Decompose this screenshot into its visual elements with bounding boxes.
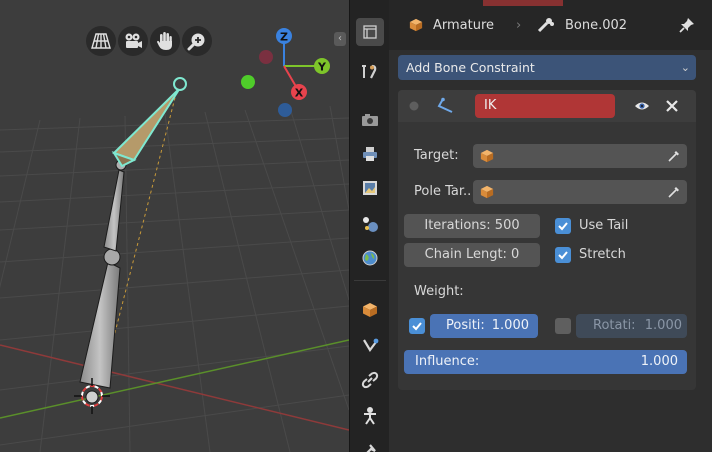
tab-tool[interactable] [356,18,384,46]
object-cube-icon [480,149,494,163]
rotation-weight-label: Rotati: [593,318,636,333]
rotation-checkbox[interactable] [555,318,571,334]
render-icon [362,114,378,126]
target-field[interactable] [473,144,687,168]
influence-field[interactable]: Influence: 1.000 [404,350,687,374]
use-tail-checkbox[interactable] [555,218,571,234]
add-bone-constraint-dropdown[interactable]: Add Bone Constraint ⌄ [398,55,696,80]
position-checkbox[interactable] [409,318,425,334]
weight-label: Weight: [414,284,464,299]
properties-tab-bar [349,0,389,452]
z-axis-label: Z [280,31,288,44]
influence-value: 1.000 [640,354,678,369]
chevron-down-icon: ⌄ [680,61,690,74]
floor-grid [0,105,349,452]
globe-icon [362,250,378,266]
breadcrumb-object-name: Armature [433,18,495,33]
add-bone-constraint-label: Add Bone Constraint [406,60,535,75]
drag-handle-icon[interactable] [408,100,420,112]
wrench-screwdriver-icon [362,64,377,79]
eyedropper-icon[interactable] [667,149,681,163]
stretch-checkbox[interactable] [555,247,571,263]
chain-length-field[interactable]: Chain Lengt: 0 [404,243,540,267]
properties-editor: Armature › Bone.002 Add Bone Constraint … [389,0,712,452]
object-cube-icon [409,18,423,32]
middle-bone [103,159,127,252]
tab-tool-settings[interactable] [356,58,384,86]
x-axis-label: X [295,87,304,100]
tab-output[interactable] [356,140,384,168]
bone-icon [363,338,379,352]
x-axis-line [0,344,349,431]
influence-label: Influence: [415,354,480,369]
3d-viewport[interactable]: Z Y X ‹ [0,0,349,452]
image-icon [363,181,377,195]
pin-icon[interactable] [679,17,695,33]
stretch-label[interactable]: Stretch [579,247,626,262]
perspective-grid-icon[interactable] [86,26,116,56]
y-axis-label: Y [317,61,327,74]
tab-scene[interactable] [356,210,384,238]
printer-icon [363,147,377,161]
rotation-weight-value: 1.000 [644,318,682,333]
ik-constraint-icon [437,97,453,113]
constraint-header: IK [398,90,696,122]
object-cube-icon [480,185,494,199]
eyedropper-icon[interactable] [667,185,681,199]
pole-target-field[interactable] [473,180,687,204]
target-label: Target: [414,148,459,163]
properties-header: Armature › Bone.002 [389,0,712,50]
eye-visibility-icon[interactable] [634,100,650,112]
tab-modifiers[interactable] [356,330,384,358]
position-weight-value: 1.000 [491,318,529,333]
tool-icon [363,25,377,39]
iterations-field[interactable]: Iterations: 500 [404,214,540,238]
checkmark-icon [412,322,422,331]
tab-view-layer[interactable] [356,174,384,202]
position-weight-label: Positi: [446,318,485,333]
tab-render[interactable] [356,106,384,134]
object-cube-icon [363,303,377,317]
stick-figure-icon [364,407,376,425]
ik-constraint-panel: IK Target: Pole Tar.. Iterations: 500 Us… [398,90,696,390]
use-tail-label[interactable]: Use Tail [579,218,628,233]
position-weight-field[interactable]: Positi: 1.000 [430,314,538,338]
constraint-name-field[interactable]: IK [475,94,615,118]
zoom-icon[interactable] [182,26,212,56]
tab-physics[interactable] [356,402,384,430]
sidebar-collapse-icon[interactable]: ‹ [334,32,346,46]
navigation-gizmo[interactable]: Z Y X [228,22,338,122]
bone-data-icon [366,444,376,452]
rotation-weight-field[interactable]: Rotati: 1.000 [576,314,687,338]
scene-icon [363,217,378,232]
close-icon[interactable] [666,100,678,112]
tab-world[interactable] [356,244,384,272]
pole-target-label: Pole Tar.. [414,184,472,199]
camera-icon[interactable] [118,26,148,56]
checkmark-icon [558,251,568,260]
link-chain-icon [361,371,379,389]
bone-icon [537,18,554,33]
breadcrumb-bone-name: Bone.002 [565,18,628,33]
tab-object[interactable] [356,296,384,324]
tab-bone-constraints[interactable] [356,366,384,394]
tab-data[interactable] [356,436,384,452]
breadcrumb-separator: › [516,18,522,33]
hand-pan-icon[interactable] [150,26,180,56]
lower-bone [79,248,121,389]
checkmark-icon [558,222,568,231]
